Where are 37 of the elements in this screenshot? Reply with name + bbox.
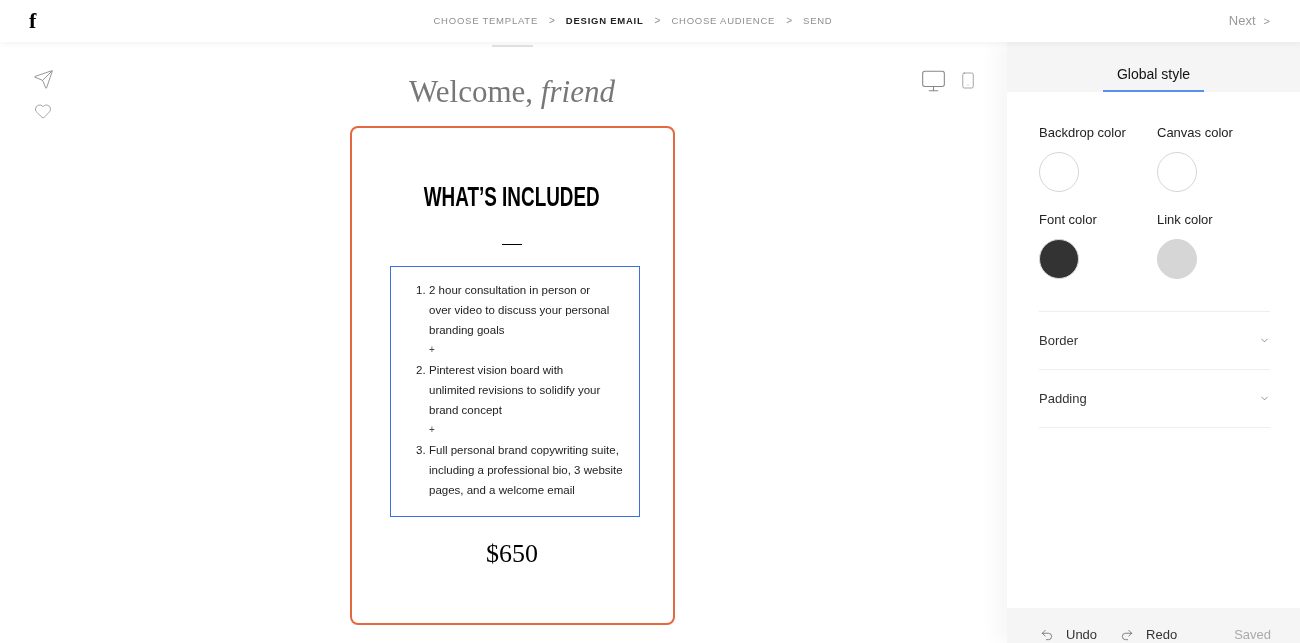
accordion-header[interactable]: Border <box>1039 312 1270 370</box>
color-swatch-icon[interactable] <box>1157 239 1197 279</box>
plus-separator: + <box>429 423 435 437</box>
undo-icon <box>1039 628 1055 642</box>
step-separator: > <box>654 15 661 27</box>
color-swatch-icon[interactable] <box>1157 152 1197 192</box>
swatch-label: Canvas color <box>1157 125 1233 141</box>
plus-separator: + <box>429 343 435 357</box>
swatch-label: Font color <box>1039 212 1097 228</box>
step-separator: > <box>786 15 793 27</box>
list-number: 1. <box>416 283 427 298</box>
email-title: Welcome, friend <box>409 74 615 110</box>
price-text: $650 <box>486 538 538 570</box>
list-item-text: Full personal brand copywriting suite, including a professional bio, 3 website pages, and a welcome email <box>429 443 624 498</box>
list-number: 3. <box>416 443 427 458</box>
paper-plane-icon[interactable] <box>33 69 54 90</box>
step-separator: > <box>549 15 555 27</box>
color-swatch-icon[interactable] <box>1039 152 1079 192</box>
swatch-label: Backdrop color <box>1039 125 1126 141</box>
tab[interactable]: Global style <box>1102 65 1205 92</box>
save-status: Saved <box>1234 628 1271 642</box>
email-card[interactable] <box>349 126 675 625</box>
swatch-label: Link color <box>1157 212 1213 228</box>
list-item-text: 2 hour consultation in person or over video to discuss your personal branding goals <box>429 283 611 338</box>
step-link[interactable]: CHOOSE AUDIENCE <box>671 15 776 27</box>
step-link[interactable]: DESIGN EMAIL <box>565 15 644 27</box>
redo-button[interactable]: Redo <box>1119 628 1178 642</box>
accordion-header[interactable]: Padding <box>1039 370 1270 428</box>
heart-icon[interactable] <box>33 102 53 120</box>
list-block[interactable] <box>390 266 640 517</box>
desktop-icon[interactable] <box>920 68 947 94</box>
logo[interactable]: f <box>29 9 37 33</box>
undo-button[interactable]: Undo <box>1039 628 1098 642</box>
color-swatch-icon[interactable] <box>1039 239 1079 279</box>
list-item-text: Pinterest vision board with unlimited revisions to solidify your brand concept <box>429 363 602 418</box>
section-heading: WHAT’S INCLUDED <box>423 182 600 212</box>
list-number: 2. <box>416 363 427 378</box>
